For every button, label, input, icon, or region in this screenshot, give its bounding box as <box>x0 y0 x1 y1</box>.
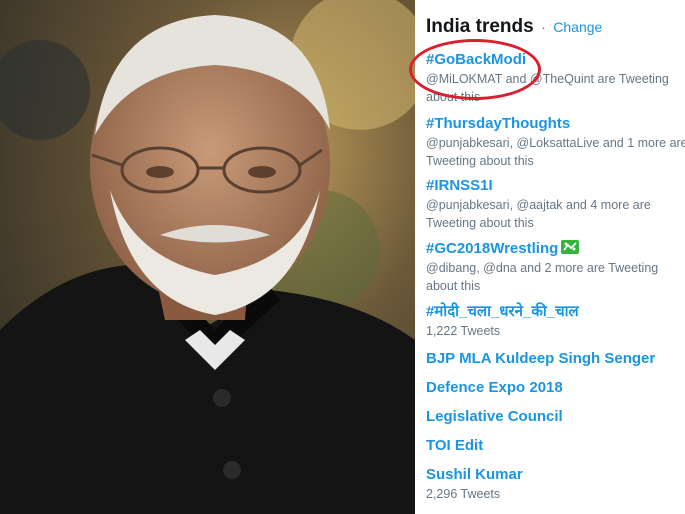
wrestling-emoji-icon <box>561 240 580 254</box>
trend-meta: @punjabkesari, @aajtak and 4 more are Tw… <box>426 198 651 230</box>
trend-item[interactable]: #GC2018Wrestling @dibang, @dna and 2 mor… <box>426 239 685 295</box>
trend-item[interactable]: #GoBackModi @MiLOKMAT and @TheQuint are … <box>426 50 685 106</box>
trend-name[interactable]: Legislative Council <box>426 407 685 426</box>
trend-meta: 2,296 Tweets <box>426 487 501 501</box>
trend-item[interactable]: #ThursdayThoughts @punjabkesari, @Loksat… <box>426 114 685 170</box>
trend-meta: @dibang, @dna and 2 more are Tweeting ab… <box>426 261 659 293</box>
change-location-link[interactable]: Change <box>553 19 602 35</box>
portrait-photo <box>0 0 415 514</box>
trend-meta: @punjabkesari, @LoksattaLive and 1 more … <box>426 136 685 168</box>
trend-name[interactable]: TOI Edit <box>426 436 685 455</box>
trend-item[interactable]: TOI Edit <box>426 436 685 455</box>
trend-item[interactable]: Defence Expo 2018 <box>426 378 685 397</box>
trend-meta: 1,222 Tweets <box>426 324 501 338</box>
trends-header: India trends · Change <box>426 16 602 38</box>
trend-name[interactable]: Sushil Kumar <box>426 465 685 484</box>
trend-item[interactable]: #IRNSS1I @punjabkesari, @aajtak and 4 mo… <box>426 176 685 232</box>
trend-item[interactable]: #मोदी_चला_धरने_की_चाल 1,222 Tweets <box>426 302 685 340</box>
trends-title: India trends <box>426 16 534 37</box>
trend-name[interactable]: #GoBackModi <box>426 50 685 69</box>
trend-name[interactable]: BJP MLA Kuldeep Singh Senger <box>426 349 685 368</box>
trend-item[interactable]: Sushil Kumar 2,296 Tweets <box>426 465 685 503</box>
trend-name[interactable]: Defence Expo 2018 <box>426 378 685 397</box>
trend-item[interactable]: BJP MLA Kuldeep Singh Senger <box>426 349 685 368</box>
trend-name[interactable]: #ThursdayThoughts <box>426 114 685 133</box>
trend-name[interactable]: #IRNSS1I <box>426 176 685 195</box>
trend-name[interactable]: #मोदी_चला_धरने_की_चाल <box>426 302 685 321</box>
trends-panel: India trends · Change #GoBackModi @MiLOK… <box>415 0 685 514</box>
trend-meta: @MiLOKMAT and @TheQuint are Tweeting abo… <box>426 72 669 104</box>
trend-name-text[interactable]: #GC2018Wrestling <box>426 240 558 257</box>
trend-item[interactable]: Legislative Council <box>426 407 685 426</box>
trend-name[interactable]: #GC2018Wrestling <box>426 239 685 258</box>
title-separator: · <box>541 19 546 35</box>
